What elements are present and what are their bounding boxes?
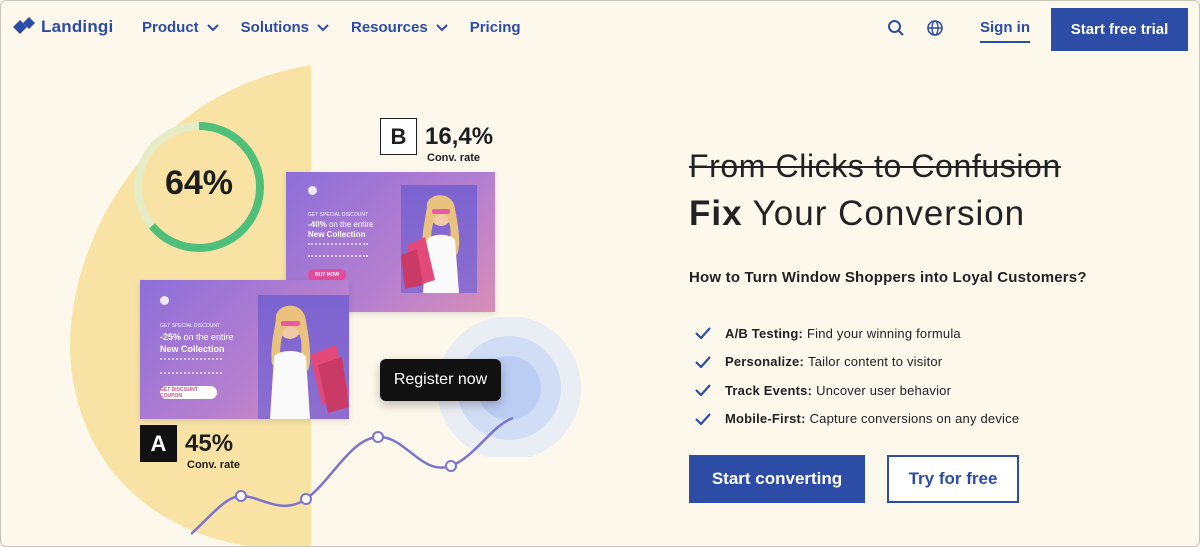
logo[interactable]: Landingi — [13, 17, 113, 37]
shopper-photo — [401, 185, 477, 293]
nav-item-product[interactable]: Product — [142, 19, 219, 36]
logo-text: Landingi — [41, 17, 114, 36]
feature-text: Uncover user behavior — [816, 382, 952, 398]
nav-item-resources[interactable]: Resources — [351, 19, 448, 36]
page: Landingi Product Solutions Resources Pri… — [0, 0, 1200, 547]
nav-item-solutions[interactable]: Solutions — [241, 19, 329, 36]
shopper-photo — [258, 295, 349, 419]
search-icon[interactable] — [887, 19, 905, 37]
checkmark-icon — [695, 384, 711, 397]
card-body-placeholder — [308, 243, 368, 257]
feature-item: Mobile-First: Capture conversions on any… — [695, 405, 1019, 434]
feature-list: A/B Testing: Find your winning formula P… — [695, 319, 1019, 433]
chevron-down-icon — [206, 23, 219, 31]
hero-headline: Fix Your Conversion — [689, 194, 1026, 233]
checkmark-icon — [695, 327, 711, 340]
woman-with-bags-illustration — [270, 305, 349, 419]
nav-item-pricing[interactable]: Pricing — [470, 19, 521, 36]
nav-item-label: Solutions — [240, 19, 309, 36]
card-kicker: GET SPECIAL DISCOUNT — [308, 212, 369, 218]
card-body-placeholder — [160, 358, 222, 374]
card-collection: New Collection — [308, 230, 366, 239]
hero-subheadline: How to Turn Window Shoppers into Loyal C… — [689, 269, 1087, 286]
card-brand — [160, 296, 169, 305]
checkmark-icon — [695, 413, 711, 425]
feature-title: A/B Testing: — [725, 325, 803, 341]
register-now-pill: Register now — [380, 359, 501, 401]
top-navigation: Landingi Product Solutions Resources Pri… — [1, 1, 1199, 57]
variant-b-caption: Conv. rate — [427, 152, 480, 164]
globe-icon[interactable] — [926, 19, 944, 37]
variant-b-letter: B — [380, 118, 417, 155]
landing-page-preview-a: GET SPECIAL DISCOUNT -25% on the entire … — [140, 280, 349, 419]
feature-title: Track Events: — [725, 382, 813, 398]
card-cta: GET DISCOUNT COUPON — [160, 386, 217, 399]
variant-a-letter: A — [140, 425, 177, 462]
feature-item: Track Events: Uncover user behavior — [695, 376, 1019, 405]
variant-a-caption: Conv. rate — [187, 459, 240, 471]
feature-item: Personalize: Tailor content to visitor — [695, 348, 1019, 377]
sign-in-link[interactable]: Sign in — [980, 19, 1030, 43]
card-collection: New Collection — [160, 344, 225, 354]
woman-with-bags-illustration — [401, 195, 460, 293]
variant-b-rate: 16,4% — [425, 122, 494, 150]
card-offer: -40% on the entire — [308, 220, 374, 229]
start-converting-button[interactable]: Start converting — [689, 455, 865, 503]
feature-item: A/B Testing: Find your winning formula — [695, 319, 1019, 348]
start-free-trial-button[interactable]: Start free trial — [1051, 8, 1188, 51]
chevron-down-icon — [317, 23, 329, 31]
nav-item-label: Product — [142, 19, 199, 36]
nav-item-label: Resources — [351, 19, 428, 36]
feature-title: Mobile-First: — [725, 411, 806, 427]
card-brand — [308, 186, 317, 195]
variant-b-badge: B 16,4% — [380, 118, 493, 155]
chevron-down-icon — [436, 23, 448, 31]
struck-title: From Clicks to Confusion — [689, 148, 1061, 184]
feature-text: Find your winning formula — [807, 325, 961, 341]
variant-a-badge: A 45% — [140, 425, 233, 462]
checkmark-icon — [695, 356, 711, 368]
try-for-free-button[interactable]: Try for free — [887, 455, 1019, 503]
nav-item-label: Pricing — [469, 19, 521, 36]
landingi-logo-icon — [13, 17, 35, 34]
progress-percent-label: 64% — [164, 164, 234, 202]
nav-menu: Product Solutions Resources Pricing — [142, 19, 543, 36]
feature-title: Personalize: — [725, 354, 804, 370]
feature-text: Tailor content to visitor — [808, 354, 943, 370]
conversion-trend-line — [191, 416, 514, 535]
card-offer: -25% on the entire — [160, 332, 234, 342]
feature-text: Capture conversions on any device — [809, 411, 1020, 427]
variant-a-rate: 45% — [185, 429, 234, 457]
card-kicker: GET SPECIAL DISCOUNT — [160, 323, 221, 329]
